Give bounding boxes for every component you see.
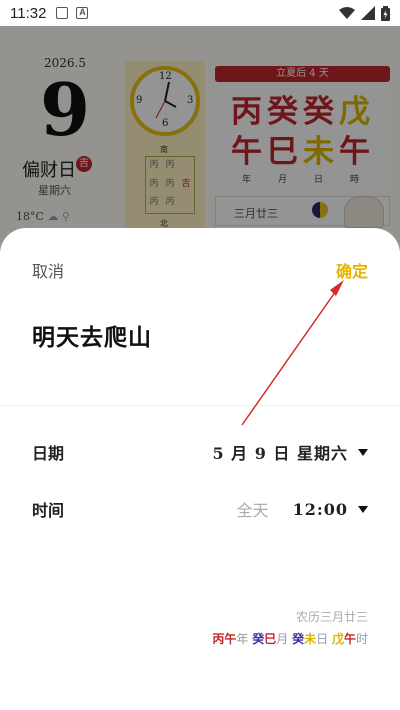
- event-title[interactable]: 明天去爬山: [32, 318, 152, 352]
- ganzhi-line: 丙午年 癸巳月 癸未日 戊午时: [212, 630, 368, 647]
- allday-toggle[interactable]: 全天: [237, 497, 269, 521]
- date-value[interactable]: 5 月 9 日 星期六: [212, 440, 348, 464]
- gz-month-suffix: 月: [276, 632, 289, 646]
- time-picker[interactable]: 全天 12:00: [237, 497, 368, 521]
- caret-down-icon[interactable]: [358, 448, 368, 456]
- gz-month-stem: 癸: [252, 632, 265, 646]
- status-time: 11:32: [10, 4, 47, 22]
- divider: [0, 405, 400, 406]
- gz-hour-suffix: 时: [355, 632, 368, 646]
- gz-year-suffix: 年: [236, 632, 249, 646]
- status-bar: 11:32 A: [0, 0, 400, 26]
- gz-day-stem: 癸: [292, 632, 305, 646]
- gz-month-branch: 巳: [264, 632, 277, 646]
- date-label: 日期: [32, 444, 65, 463]
- date-row[interactable]: 日期 5 月 9 日 星期六: [0, 434, 400, 470]
- gz-day-branch: 未: [304, 632, 317, 646]
- gz-hour-branch: 午: [343, 632, 356, 646]
- lunar-date: 农历三月廿三: [295, 610, 368, 624]
- wifi-icon: [339, 7, 355, 19]
- confirm-button[interactable]: 确定: [336, 258, 368, 282]
- app-a-icon: A: [76, 7, 89, 19]
- time-row[interactable]: 时间 全天 12:00: [0, 491, 400, 527]
- gz-year-stem: 丙: [212, 632, 225, 646]
- gz-year-branch: 午: [224, 632, 237, 646]
- time-value[interactable]: 12:00: [293, 500, 348, 519]
- signal-icon: [361, 6, 375, 20]
- cancel-button[interactable]: 取消: [32, 258, 64, 282]
- caret-down-icon[interactable]: [358, 505, 368, 513]
- gz-day-suffix: 日: [316, 632, 329, 646]
- image-icon: [56, 7, 69, 19]
- gz-hour-stem: 戊: [331, 632, 344, 646]
- battery-icon: [381, 5, 390, 21]
- time-label: 时间: [32, 501, 65, 520]
- event-sheet: 取消 确定 明天去爬山 日期 5 月 9 日 星期六 时间 全天 12:00 农…: [0, 228, 400, 710]
- date-picker[interactable]: 5 月 9 日 星期六: [212, 440, 368, 464]
